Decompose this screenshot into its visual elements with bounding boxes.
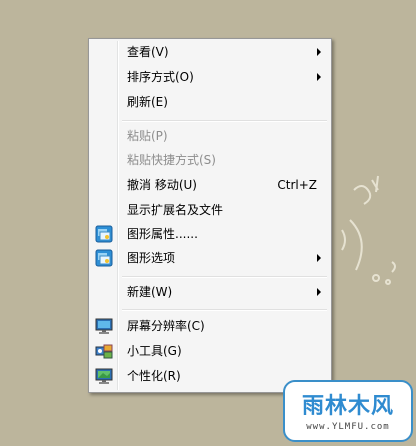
personalize-icon <box>95 368 113 384</box>
menu-item-view[interactable]: 查看(V) <box>91 41 329 63</box>
wallpaper-decoration <box>341 175 396 285</box>
gadgets-icon <box>95 344 113 359</box>
desktop-context-menu: 查看(V) 排序方式(O) 刷新(E) 粘贴(P) 粘贴快捷方式(S) 撤消 移… <box>88 38 332 393</box>
menu-item-label: 刷新(E) <box>127 95 168 109</box>
screen-resolution-icon <box>95 318 113 334</box>
menu-item-label: 新建(W) <box>127 285 173 299</box>
site-watermark-logo: 雨林木风 www.YLMFU.com <box>283 380 413 442</box>
menu-separator <box>122 120 327 122</box>
watermark-url: www.YLMFU.com <box>306 422 390 432</box>
menu-item-label: 显示扩展名及文件 <box>127 203 224 217</box>
submenu-arrow-icon <box>317 48 321 56</box>
menu-item-screen-resolution[interactable]: 屏幕分辨率(C) <box>91 315 329 337</box>
menu-item-graphics-options[interactable]: 图形选项 <box>91 247 329 269</box>
menu-item-sort-by[interactable]: 排序方式(O) <box>91 66 329 88</box>
menu-item-label: 查看(V) <box>127 45 169 59</box>
submenu-arrow-icon <box>317 288 321 296</box>
menu-item-undo-move[interactable]: 撤消 移动(U) Ctrl+Z <box>91 174 329 196</box>
menu-item-label: 排序方式(O) <box>127 70 194 84</box>
menu-item-label: 图形选项 <box>127 251 176 265</box>
menu-item-label: 撤消 移动(U) <box>127 178 197 192</box>
menu-item-label: 小工具(G) <box>127 344 182 358</box>
menu-item-label: 图形属性...... <box>127 227 198 241</box>
menu-item-label: 粘贴(P) <box>127 129 168 143</box>
watermark-title: 雨林木风 <box>301 394 394 419</box>
menu-item-paste: 粘贴(P) <box>91 125 329 147</box>
menu-item-label: 粘贴快捷方式(S) <box>127 153 216 167</box>
menu-separator <box>122 276 327 278</box>
menu-item-refresh[interactable]: 刷新(E) <box>91 91 329 113</box>
submenu-arrow-icon <box>317 254 321 262</box>
menu-item-show-extensions[interactable]: 显示扩展名及文件 <box>91 199 329 221</box>
menu-item-shortcut: Ctrl+Z <box>277 178 317 192</box>
graphics-options-icon <box>95 249 113 267</box>
graphics-properties-icon <box>95 225 113 243</box>
menu-separator <box>122 309 327 311</box>
menu-item-new[interactable]: 新建(W) <box>91 281 329 303</box>
menu-item-label: 屏幕分辨率(C) <box>127 319 205 333</box>
menu-item-paste-shortcut: 粘贴快捷方式(S) <box>91 149 329 171</box>
menu-item-gadgets[interactable]: 小工具(G) <box>91 340 329 362</box>
menu-item-graphics-properties[interactable]: 图形属性...... <box>91 223 329 245</box>
submenu-arrow-icon <box>317 73 321 81</box>
menu-item-label: 个性化(R) <box>127 369 181 383</box>
